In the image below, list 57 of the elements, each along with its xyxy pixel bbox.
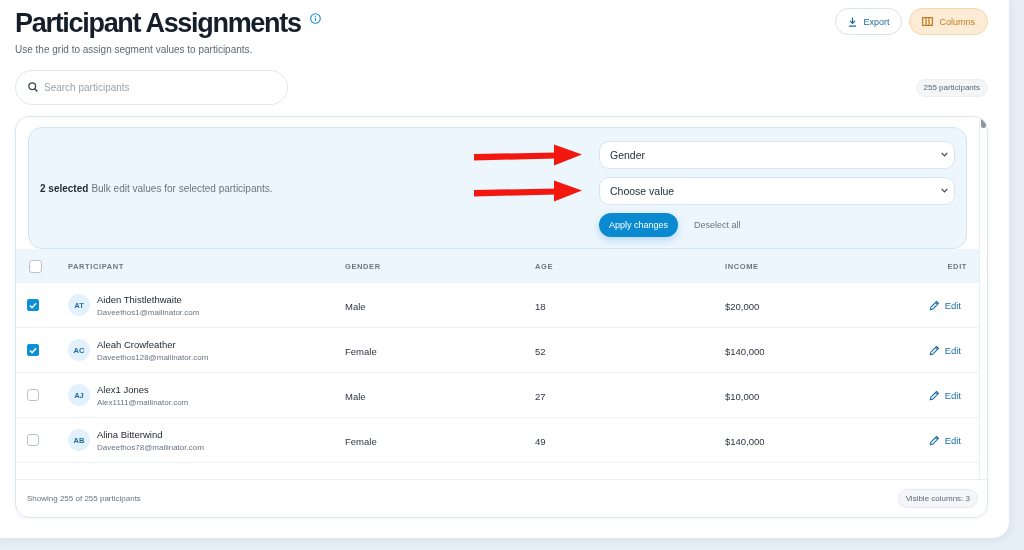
gender-cell: Female: [345, 346, 377, 357]
participant-email: Daveethos78@mailinator.com: [97, 441, 204, 453]
gender-cell: Male: [345, 301, 366, 312]
pencil-icon: [928, 344, 940, 356]
chevron-down-icon: [941, 188, 948, 193]
row-checkbox[interactable]: [27, 299, 39, 311]
download-icon: [848, 16, 858, 27]
income-cell: $10,000: [725, 391, 760, 402]
participant-count-badge: 255 participants: [915, 78, 988, 97]
row-checkbox[interactable]: [27, 389, 39, 401]
search-icon: [28, 82, 38, 92]
select-all-checkbox[interactable]: [29, 259, 42, 273]
select-field[interactable]: Gender: [599, 140, 955, 169]
columns-icon: [922, 17, 934, 26]
bulk-edit-hint: Bulk edit values for selected participants.: [91, 183, 273, 194]
checkmark-icon: [29, 301, 37, 309]
scrollbar-thumb[interactable]: [981, 118, 986, 128]
chevron-down-icon: [941, 152, 948, 157]
age-cell: 49: [535, 436, 546, 447]
results-summary: Showing 255 of 255 participants: [27, 494, 141, 503]
select-field[interactable]: Choose value: [599, 176, 955, 205]
edit-button[interactable]: Edit: [928, 342, 967, 358]
participant-email: Daveethos1@mailinator.com: [97, 306, 200, 318]
participant-name: Aleah Crowfeather: [97, 337, 176, 351]
selection-count: 2 selected: [40, 183, 89, 194]
page-subtitle: Use the grid to assign segment values to participants.: [15, 43, 254, 57]
columns-button[interactable]: Columns: [909, 8, 988, 35]
participant-name: Alina Bitterwind: [97, 427, 163, 441]
row-checkbox[interactable]: [27, 434, 39, 446]
gender-cell: Female: [345, 436, 377, 447]
participant-name: Aiden Thistlethwaite: [97, 292, 182, 306]
pencil-icon: [928, 299, 940, 311]
apply-changes-button[interactable]: Apply changes: [599, 212, 679, 237]
edit-button[interactable]: Edit: [928, 387, 967, 403]
visible-columns-badge: Visible columns: 3: [897, 489, 978, 508]
age-cell: 27: [535, 391, 546, 402]
income-cell: $140,000: [725, 346, 765, 357]
age-cell: 52: [535, 346, 546, 357]
pencil-icon: [928, 434, 940, 446]
row-checkbox[interactable]: [27, 344, 39, 356]
export-button[interactable]: Export: [835, 8, 903, 35]
participant-name: Alex1 Jones: [97, 382, 149, 396]
gender-cell: Male: [345, 391, 366, 402]
checkmark-icon: [29, 346, 37, 354]
search-field[interactable]: Search participants: [15, 70, 288, 105]
participant-email: Alex1111@mailinator.com: [97, 396, 189, 408]
scrollbar[interactable]: [979, 117, 987, 479]
info-icon[interactable]: [309, 13, 321, 24]
edit-button[interactable]: Edit: [928, 432, 967, 448]
edit-button[interactable]: Edit: [928, 297, 967, 313]
income-cell: $140,000: [725, 436, 765, 447]
participant-email: Daveethos128@mailinator.com: [97, 351, 209, 363]
income-cell: $20,000: [725, 301, 760, 312]
page-title: Participant Assignments: [15, 7, 301, 40]
deselect-all-button[interactable]: Deselect all: [694, 219, 741, 230]
pencil-icon: [928, 389, 940, 401]
age-cell: 18: [535, 301, 546, 312]
